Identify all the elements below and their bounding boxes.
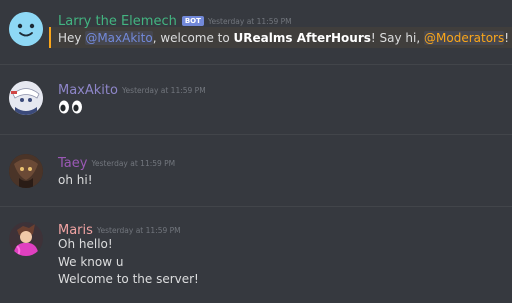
timestamp: Yesterday at 11:59 PM [91,159,176,168]
server-name: URealms AfterHours [233,31,371,45]
message-header: Taey Yesterday at 11:59 PM [58,154,175,172]
text-segment: Hey [58,31,86,45]
message-header: MaxAkito Yesterday at 11:59 PM [58,81,206,99]
message-taey: Taey Yesterday at 11:59 PM oh hi! [0,135,512,205]
timestamp: Yesterday at 11:59 PM [121,86,206,95]
message-content: Hey @MaxAkito, welcome to URealms AfterH… [58,29,509,47]
mention-highlight-bar [49,27,51,48]
role-mention[interactable]: @Moderators [424,31,505,45]
message-line: We know u [58,255,124,269]
chat-messages: Larry the Elemech BOT Yesterday at 11:59 P… [0,0,512,303]
message-maris: Maris Yesterday at 11:59 PM Oh hello! We … [0,207,512,303]
bot-badge: BOT [181,16,204,26]
timestamp: Yesterday at 11:59 PM [207,17,292,26]
timestamp: Yesterday at 11:59 PM [96,226,181,235]
bot-face-icon[interactable] [9,12,43,46]
dark-creature-avatar[interactable] [9,154,43,188]
anime-character-avatar[interactable] [9,81,43,115]
eyes-emoji: 👀 [58,98,84,116]
pink-character-avatar[interactable] [9,222,43,256]
text-segment: ! Say hi, [370,31,424,45]
message-content: oh hi! [58,173,93,187]
author-name[interactable]: Taey [58,156,87,171]
user-mention[interactable]: @MaxAkito [85,31,153,45]
message-line: Oh hello! [58,237,113,251]
message-line: Welcome to the server! [58,272,199,286]
message-maxakito: MaxAkitoYesterday at 11:59 PM 👀 [0,65,512,133]
author-name[interactable]: MaxAkito [58,83,118,98]
message-larry: Larry the Elemech BOT Yesterday at 11:59 P… [0,0,512,64]
message-header: Larry the Elemech BOT Yesterday at 11:59 P… [58,12,292,30]
text-segment: ! [504,31,510,45]
text-segment: , welcome to [152,31,234,45]
author-name[interactable]: Larry the Elemech [58,14,177,29]
